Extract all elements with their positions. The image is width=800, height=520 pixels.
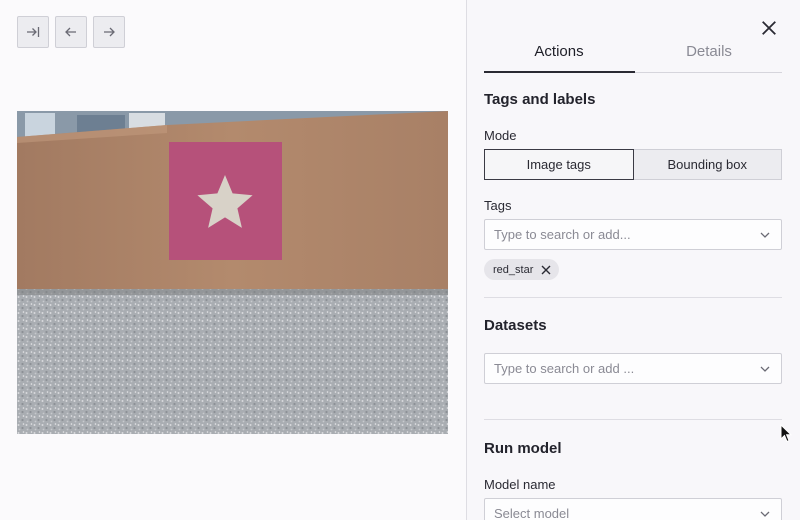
panel-tabs: Actions Details (484, 42, 782, 73)
chevron-down-icon[interactable] (759, 229, 771, 241)
tags-input-placeholder: Type to search or add... (494, 227, 631, 242)
arrow-left-icon (65, 27, 76, 37)
close-icon (762, 21, 776, 35)
actions-panel: Actions Details Tags and labels Mode Ima… (466, 0, 800, 520)
run-model-section-title: Run model (484, 440, 562, 457)
next-button[interactable] (93, 16, 125, 48)
tags-section-title: Tags and labels (484, 91, 596, 108)
mode-image-tags[interactable]: Image tags (484, 149, 634, 180)
skip-to-end-button[interactable] (17, 16, 49, 48)
datasets-section-title: Datasets (484, 317, 547, 334)
close-button[interactable] (759, 18, 779, 38)
tags-label: Tags (484, 198, 512, 213)
model-name-label: Model name (484, 477, 556, 492)
divider (484, 297, 782, 298)
model-select[interactable]: Select model (484, 498, 782, 520)
photo-red-star (17, 111, 448, 434)
datasets-input[interactable]: Type to search or add ... (484, 353, 782, 384)
model-select-placeholder: Select model (494, 506, 570, 520)
mode-bounding-box[interactable]: Bounding box (633, 149, 782, 180)
tab-actions[interactable]: Actions (484, 42, 635, 73)
tags-input[interactable]: Type to search or add... (484, 219, 782, 250)
skip-to-end-icon (27, 27, 40, 37)
arrow-right-icon (104, 27, 115, 37)
mouse-cursor-icon (780, 424, 792, 443)
divider (484, 419, 782, 420)
image-viewer[interactable] (17, 111, 448, 434)
tag-chip: red_star (484, 259, 560, 280)
chevron-down-icon[interactable] (759, 363, 771, 375)
previous-button[interactable] (55, 16, 87, 48)
chevron-down-icon[interactable] (759, 508, 771, 520)
tab-details[interactable]: Details (634, 42, 784, 72)
datasets-input-placeholder: Type to search or add ... (494, 361, 635, 376)
mode-label: Mode (484, 128, 517, 143)
remove-tag-icon[interactable] (541, 265, 551, 275)
mode-toggle: Image tags Bounding box (484, 149, 782, 180)
tag-chip-label: red_star (493, 263, 534, 276)
